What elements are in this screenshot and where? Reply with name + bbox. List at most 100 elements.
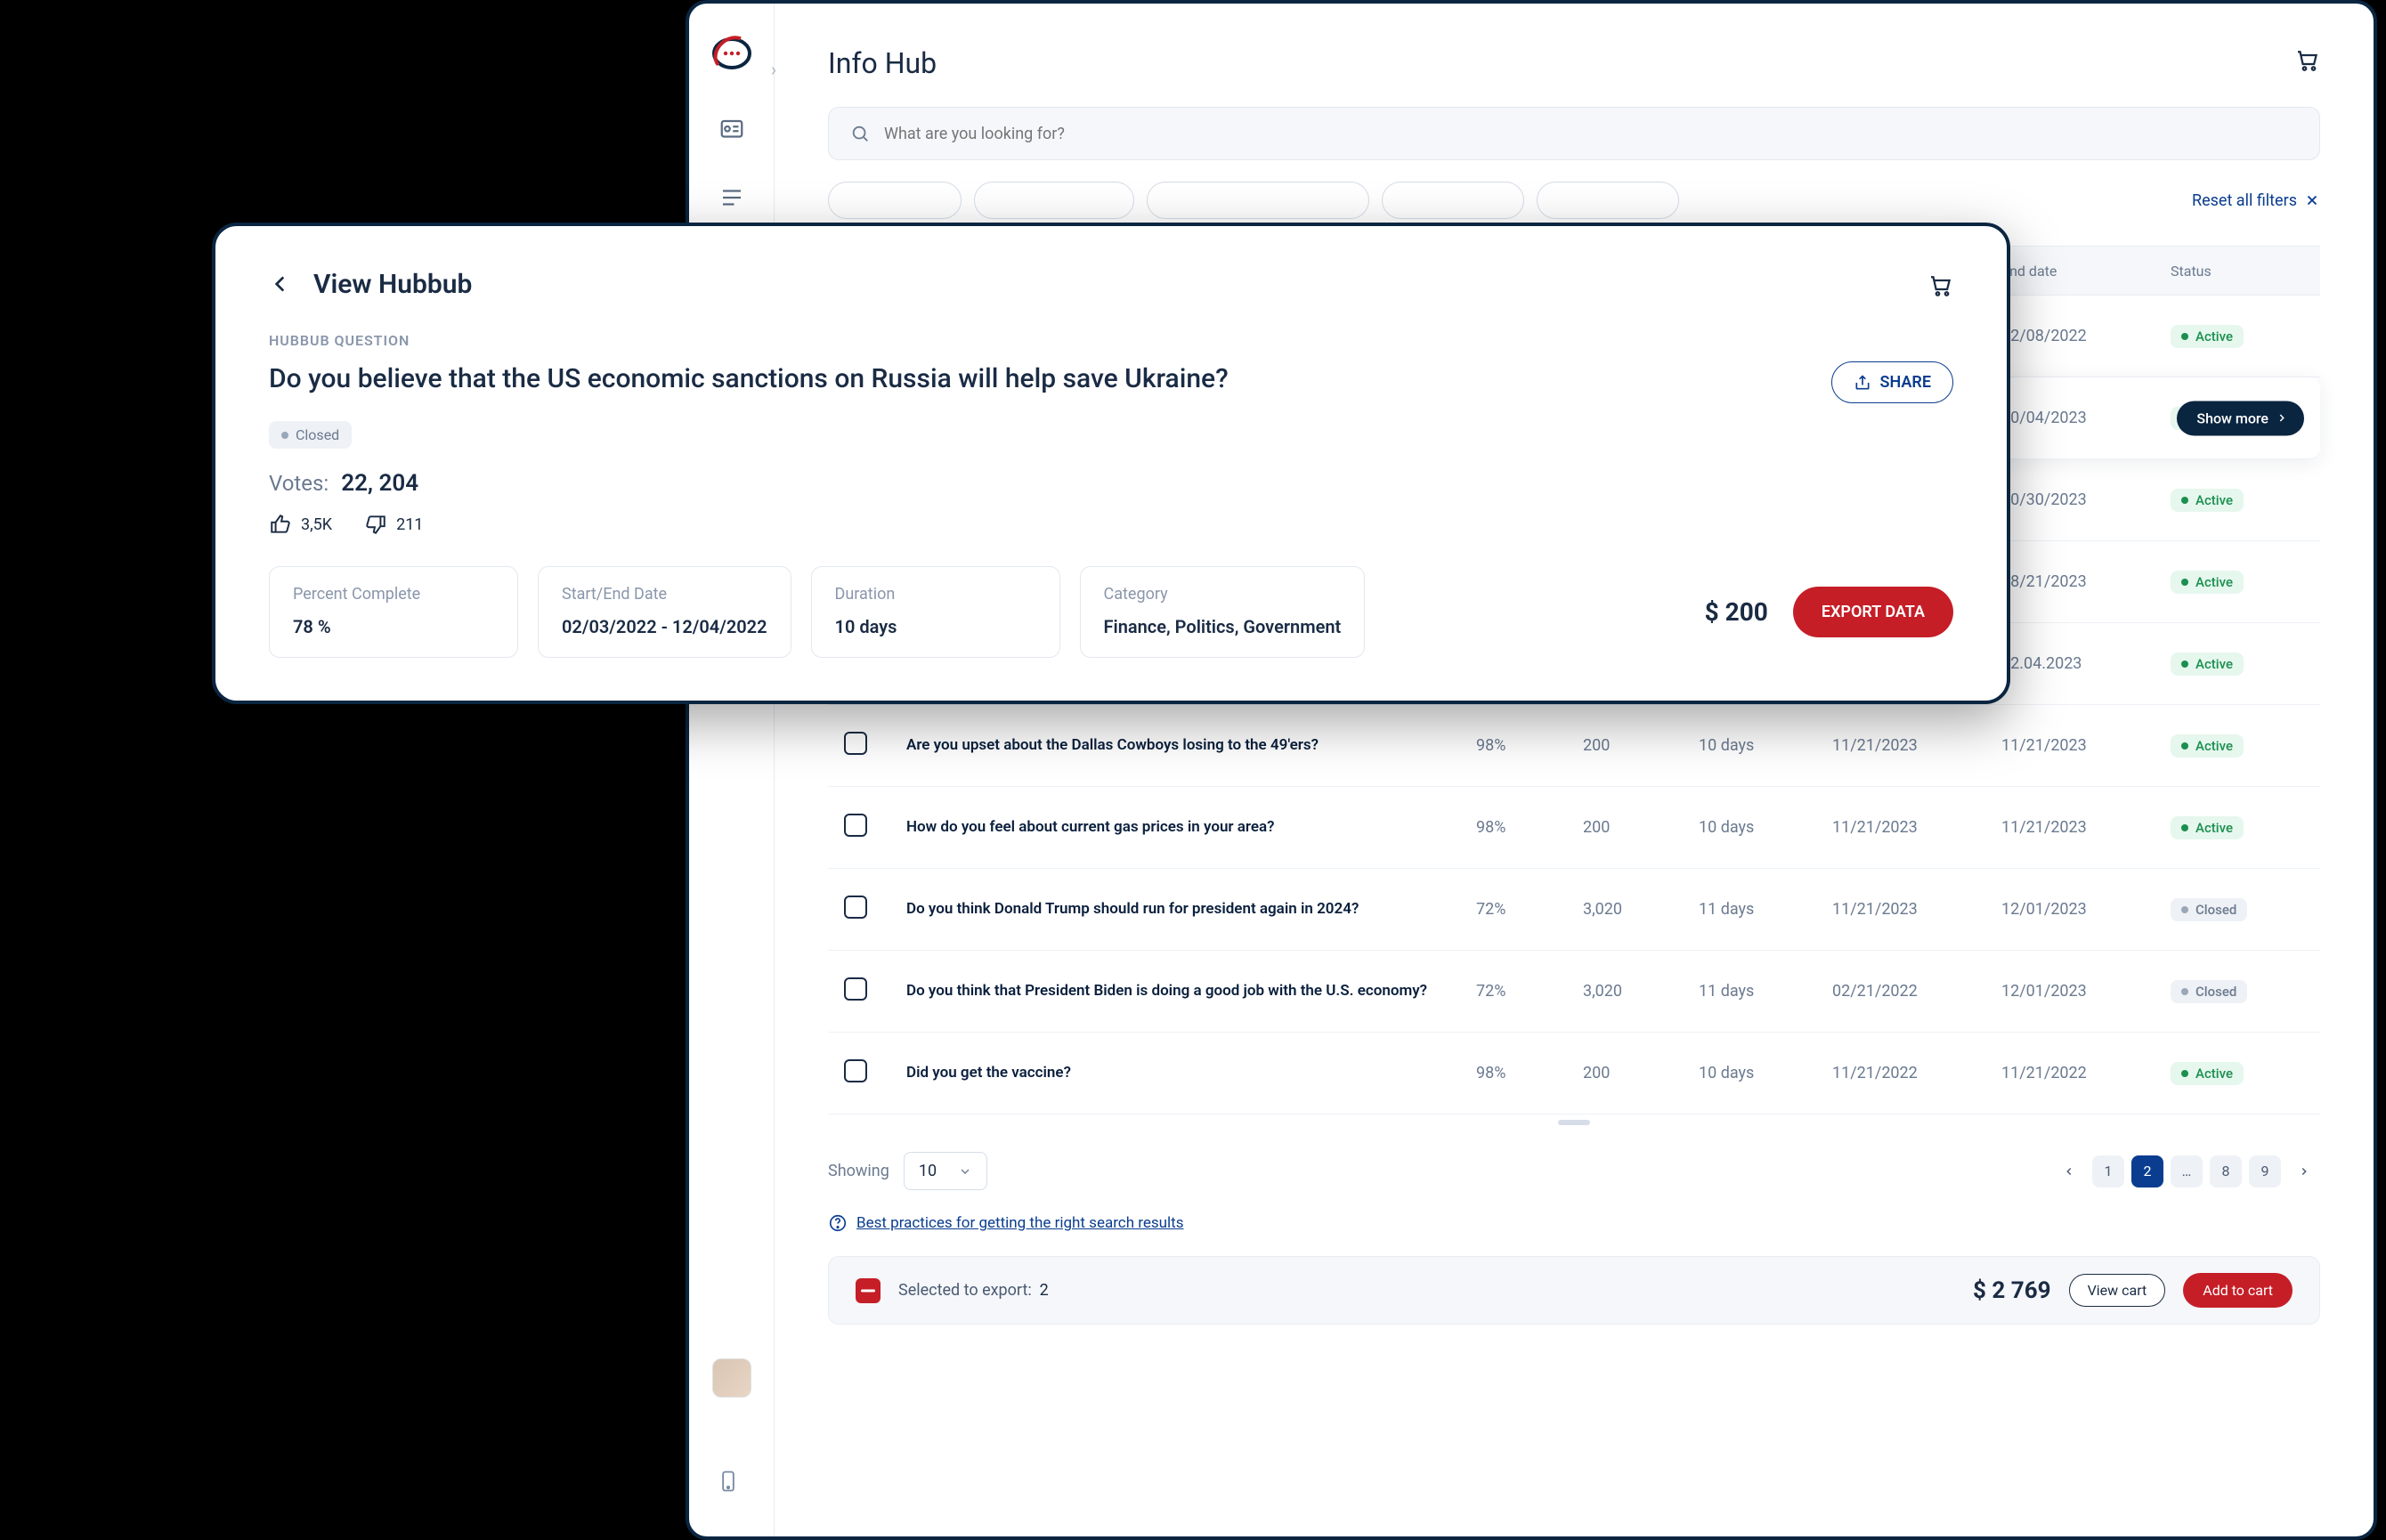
page-1[interactable]: 1 — [2092, 1155, 2124, 1187]
help-icon — [828, 1213, 848, 1233]
row-start: 11/21/2023 — [1832, 900, 2001, 919]
cart-icon[interactable] — [1927, 272, 1953, 298]
status-badge: Active — [2171, 816, 2244, 839]
row-percent: 98% — [1476, 1064, 1583, 1082]
votes-value: 22, 204 — [341, 470, 418, 497]
hubbub-label: HUBBUB QUESTION — [269, 332, 1953, 349]
status-badge: Active — [2171, 325, 2244, 348]
pagination: 12…89 — [2053, 1155, 2320, 1187]
back-button[interactable] — [269, 272, 294, 297]
search-bar[interactable] — [828, 107, 2320, 160]
status-badge: Active — [2171, 652, 2244, 676]
page-size-select[interactable]: 10 — [904, 1152, 987, 1190]
filter-pill[interactable] — [974, 182, 1134, 219]
mobile-icon[interactable] — [716, 1469, 748, 1501]
row-end: 02.04.2023 — [2001, 654, 2171, 673]
votes-label: Votes: — [269, 471, 329, 496]
row-end: 11/21/2022 — [2001, 1064, 2171, 1082]
cart-icon[interactable] — [2293, 46, 2320, 73]
help-link[interactable]: Best practices for getting the right sea… — [828, 1213, 2320, 1233]
row-end: 11/21/2023 — [2001, 818, 2171, 837]
row-count: 3,020 — [1583, 982, 1699, 1001]
search-input[interactable] — [884, 125, 2298, 143]
page-9[interactable]: 9 — [2249, 1155, 2281, 1187]
status-chip: Closed — [269, 421, 352, 449]
share-button[interactable]: SHARE — [1831, 361, 1954, 403]
cart-total: $ 2 769 — [1973, 1277, 2051, 1304]
row-end: 12/01/2023 — [2001, 982, 2171, 1001]
col-status: Status — [2171, 263, 2304, 280]
share-icon — [1854, 374, 1871, 392]
status-badge: Closed — [2171, 980, 2247, 1003]
filter-pill[interactable] — [1147, 182, 1369, 219]
price: $ 200 — [1705, 597, 1768, 627]
reset-filters[interactable]: Reset all filters — [2192, 191, 2320, 210]
hubbub-detail-modal: View Hubbub HUBBUB QUESTION Do you belie… — [212, 223, 2010, 704]
selected-count: 2 — [1040, 1281, 1049, 1300]
page-next[interactable] — [2288, 1155, 2320, 1187]
table-row[interactable]: Did you get the vaccine?98%20010 days11/… — [828, 1033, 2320, 1114]
table-row[interactable]: Do you think Donald Trump should run for… — [828, 869, 2320, 951]
filter-pill[interactable] — [1537, 182, 1679, 219]
row-checkbox[interactable] — [844, 732, 867, 755]
row-duration: 10 days — [1699, 1064, 1832, 1082]
likes[interactable]: 3,5K — [269, 513, 332, 536]
row-end: 02/08/2022 — [2001, 327, 2171, 345]
row-start: 11/21/2023 — [1832, 818, 2001, 837]
export-data-button[interactable]: EXPORT DATA — [1793, 587, 1953, 637]
row-checkbox[interactable] — [844, 1059, 867, 1082]
page-2[interactable]: 2 — [2131, 1155, 2163, 1187]
dislikes[interactable]: 211 — [364, 513, 423, 536]
page-prev[interactable] — [2053, 1155, 2085, 1187]
app-logo[interactable] — [707, 28, 757, 78]
table-row[interactable]: Do you think that President Biden is doi… — [828, 951, 2320, 1033]
page-…: … — [2171, 1155, 2203, 1187]
filter-row: Reset all filters — [828, 182, 2320, 219]
row-checkbox[interactable] — [844, 896, 867, 919]
user-avatar[interactable] — [712, 1358, 751, 1398]
row-percent: 98% — [1476, 818, 1583, 837]
selected-label: Selected to export: — [898, 1281, 1032, 1300]
filter-pill[interactable] — [1382, 182, 1524, 219]
reset-filters-label: Reset all filters — [2192, 191, 2297, 210]
modal-title: View Hubbub — [313, 269, 472, 300]
row-question: How do you feel about current gas prices… — [906, 801, 1476, 854]
stat-percent: Percent Complete78 % — [269, 566, 518, 658]
add-to-cart-button[interactable]: Add to cart — [2183, 1273, 2293, 1308]
row-end: 12/01/2023 — [2001, 900, 2171, 919]
row-count: 3,020 — [1583, 900, 1699, 919]
nav-icon-dashboard[interactable] — [716, 114, 748, 146]
table-row[interactable]: Are you upset about the Dallas Cowboys l… — [828, 705, 2320, 787]
drag-handle[interactable] — [1558, 1120, 1590, 1125]
row-start: 11/21/2023 — [1832, 736, 2001, 755]
filter-pill[interactable] — [828, 182, 962, 219]
share-label: SHARE — [1880, 373, 1932, 392]
row-count: 200 — [1583, 1064, 1699, 1082]
row-question: Do you think that President Biden is doi… — [906, 965, 1476, 1017]
nav-icon-list[interactable] — [716, 182, 748, 214]
stat-category: CategoryFinance, Politics, Government — [1080, 566, 1366, 658]
thumbs-up-icon — [269, 513, 292, 536]
row-checkbox[interactable] — [844, 977, 867, 1001]
status-badge: Active — [2171, 1062, 2244, 1085]
row-count: 200 — [1583, 818, 1699, 837]
status-badge: Closed — [2171, 898, 2247, 921]
deselect-icon[interactable] — [856, 1278, 881, 1303]
dislikes-count: 211 — [396, 515, 423, 534]
row-duration: 10 days — [1699, 818, 1832, 837]
status-badge: Active — [2171, 734, 2244, 758]
row-checkbox[interactable] — [844, 814, 867, 837]
row-start: 02/21/2022 — [1832, 982, 2001, 1001]
row-duration: 11 days — [1699, 982, 1832, 1001]
view-cart-button[interactable]: View cart — [2069, 1274, 2166, 1307]
status-badge: Active — [2171, 489, 2244, 512]
table-row[interactable]: How do you feel about current gas prices… — [828, 787, 2320, 869]
row-percent: 72% — [1476, 900, 1583, 919]
page-8[interactable]: 8 — [2210, 1155, 2242, 1187]
stat-duration: Duration10 days — [811, 566, 1060, 658]
show-more-button[interactable]: Show more — [2177, 401, 2304, 435]
row-question: Do you think Donald Trump should run for… — [906, 883, 1476, 936]
showing-label: Showing — [828, 1162, 889, 1180]
row-start: 11/21/2022 — [1832, 1064, 2001, 1082]
page-size-value: 10 — [919, 1162, 937, 1180]
